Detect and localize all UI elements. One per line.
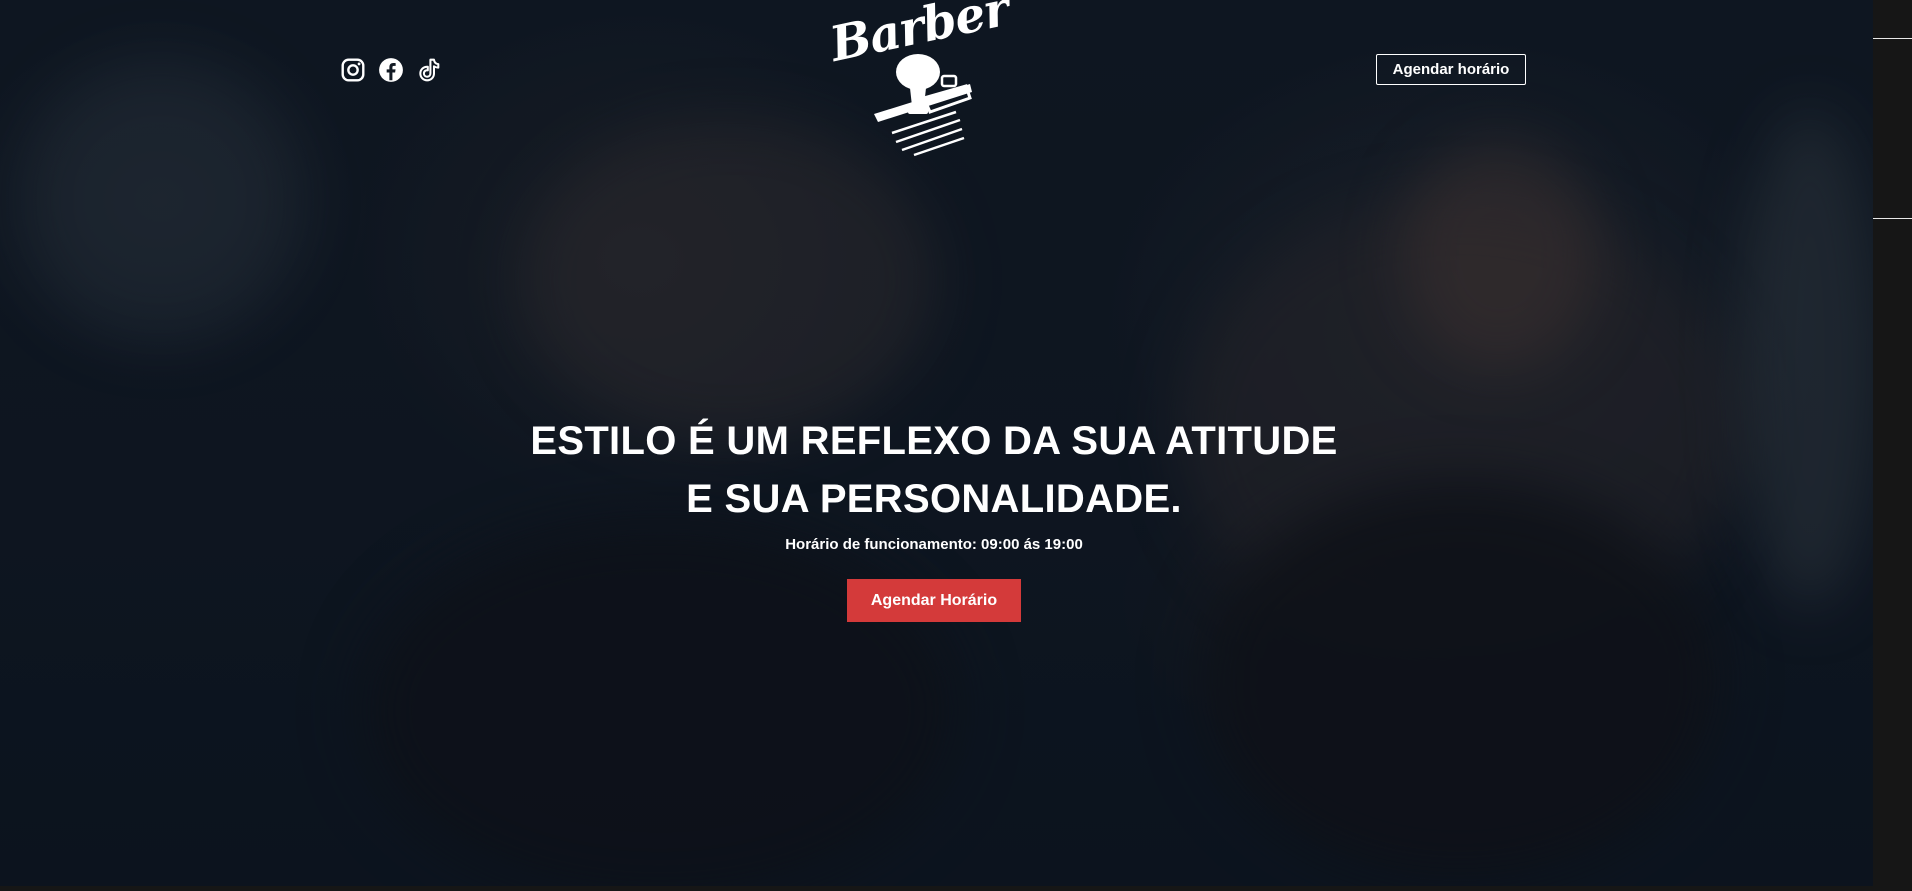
schedule-button-hero[interactable]: Agendar Horário: [847, 579, 1021, 622]
side-divider: [1873, 38, 1912, 39]
page: Barber Agendar horário ESTILO É UM REFLE…: [0, 0, 1912, 891]
instagram-icon[interactable]: [340, 57, 366, 83]
facebook-icon[interactable]: [378, 57, 404, 83]
side-divider: [1873, 218, 1912, 219]
social-links: [340, 57, 442, 83]
razor-brush-emblem: [874, 54, 972, 157]
hero-section: Barber Agendar horário ESTILO É UM REFLE…: [0, 0, 1873, 886]
hero-headline: ESTILO É UM REFLEXO DA SUA ATITUDE E SUA…: [453, 412, 1415, 528]
headline-line-1: ESTILO É UM REFLEXO DA SUA ATITUDE: [530, 419, 1338, 463]
headline-line-2: E SUA PERSONALIDADE.: [686, 477, 1182, 521]
background-photo-detail: [20, 60, 300, 340]
schedule-button-header[interactable]: Agendar horário: [1376, 54, 1526, 85]
background-photo-detail: [520, 120, 940, 440]
background-photo-detail: [360, 520, 960, 886]
opening-hours: Horário de funcionamento: 09:00 ás 19:00: [785, 536, 1083, 553]
logo[interactable]: Barber: [825, 0, 1013, 160]
background-photo-detail: [1740, 110, 1873, 610]
side-panel: [1873, 0, 1912, 891]
background-photo-detail: [1400, 140, 1600, 370]
tiktok-icon[interactable]: [416, 57, 442, 83]
